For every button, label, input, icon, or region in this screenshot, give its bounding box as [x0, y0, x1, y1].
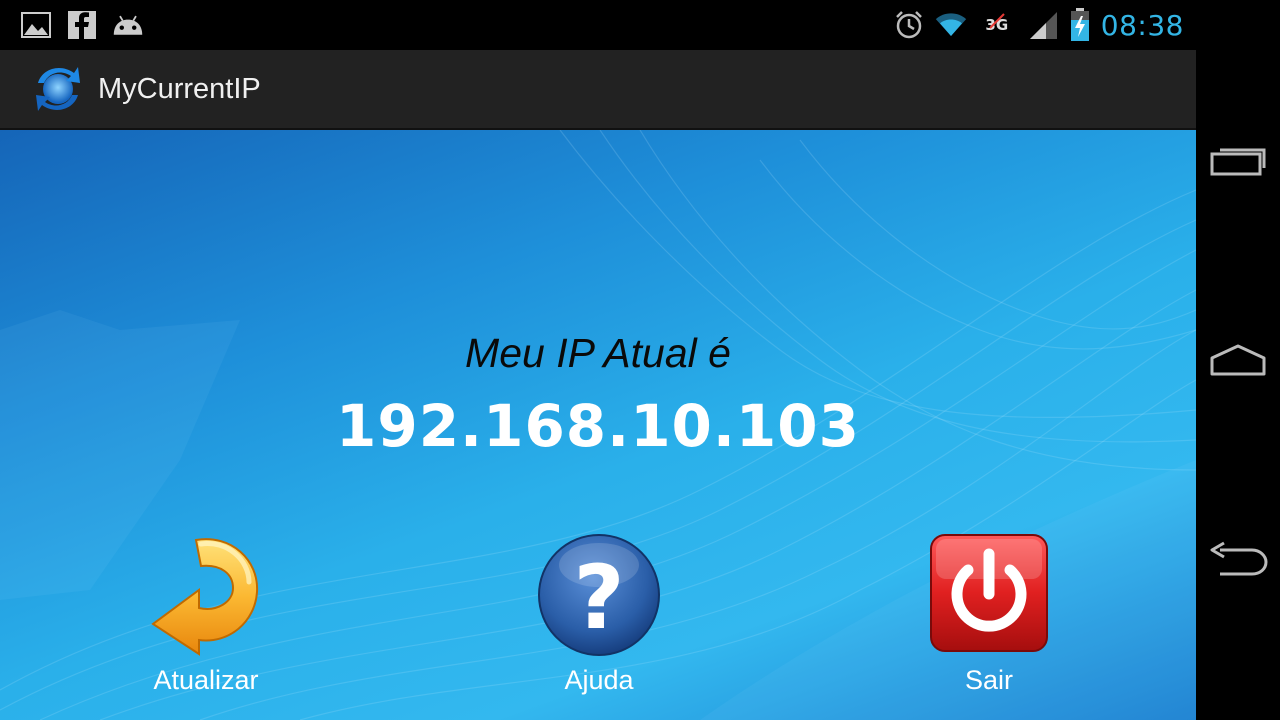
refresh-arrow-icon	[141, 530, 271, 660]
gallery-icon	[20, 9, 52, 41]
notification-icons	[20, 9, 144, 41]
action-bar: MyCurrentIP	[0, 50, 1196, 130]
signal-icon	[1027, 9, 1059, 41]
wifi-icon	[935, 9, 967, 41]
refresh-button[interactable]: Atualizar	[96, 530, 316, 710]
battery-charging-icon	[1069, 8, 1091, 41]
refresh-button-label: Atualizar	[153, 665, 259, 695]
home-button[interactable]	[1203, 330, 1273, 390]
exit-button-label: Sair	[964, 665, 1013, 695]
app-title: MyCurrentIP	[98, 72, 261, 105]
navigation-bar	[1196, 0, 1280, 720]
clock: 08:38	[1100, 8, 1184, 42]
power-icon	[924, 530, 1054, 660]
system-icons: 3G 08:38	[893, 8, 1184, 42]
main-content: Meu IP Atual é 192.168.10.103 Atualizar	[0, 130, 1196, 720]
alarm-icon	[893, 9, 925, 41]
exit-button[interactable]: Sair	[879, 530, 1099, 710]
home-icon	[1210, 344, 1266, 376]
android-icon	[112, 9, 144, 41]
refresh-globe-icon[interactable]	[30, 61, 86, 117]
network-type-icon: 3G	[977, 9, 1017, 41]
question-mark-icon: ?	[534, 530, 664, 660]
ip-address: 192.168.10.103	[335, 392, 861, 460]
svg-text:?: ?	[573, 546, 624, 649]
recent-apps-button[interactable]	[1203, 130, 1273, 190]
back-icon	[1210, 541, 1268, 576]
recent-apps-icon	[1210, 148, 1266, 176]
status-bar: 3G 08:38	[0, 0, 1196, 50]
back-button[interactable]	[1203, 530, 1273, 590]
help-button[interactable]: ? Ajuda	[489, 530, 709, 710]
help-button-label: Ajuda	[564, 665, 634, 695]
ip-label: Meu IP Atual é	[465, 330, 731, 376]
facebook-icon	[66, 9, 98, 41]
